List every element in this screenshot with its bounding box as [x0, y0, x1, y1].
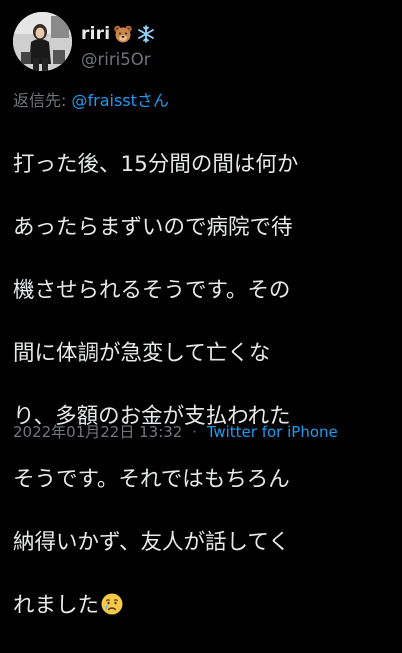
tweet-line-text: れました: [13, 592, 100, 618]
tweet-line: 納得いかず、友人が話してく: [13, 529, 290, 555]
avatar[interactable]: [13, 12, 72, 71]
tweet-footer: 2022年01月22日 13:32 · Twitter for iPhone: [13, 421, 338, 442]
source-link[interactable]: Twitter for iPhone: [207, 423, 338, 441]
tweet-line: あったらまずいので病院で待: [13, 214, 293, 240]
display-name[interactable]: riri: [81, 24, 110, 44]
snowflake-emoji: [136, 24, 156, 44]
timestamp[interactable]: 2022年01月22日 13:32: [13, 423, 182, 441]
tweet-body: 打った後、15分間の間は何か あったらまずいので病院で待 機させられるそうです。…: [13, 117, 398, 653]
tweet-line: そうです。それではもちろん: [13, 466, 290, 492]
avatar-photo: [13, 12, 72, 71]
tweet-line: 機させられるそうです。その: [13, 277, 291, 303]
tweet-line-last: れました: [13, 590, 398, 622]
reply-target-link[interactable]: @fraisstさん: [72, 91, 169, 110]
tweet-line: 打った後、15分間の間は何か: [13, 151, 299, 177]
reply-to-line: 返信先: @fraisstさん: [13, 87, 169, 111]
tweet-line: 間に体調が急変して亡くな: [13, 340, 271, 366]
name-row: riri: [81, 22, 156, 46]
reply-prefix: 返信先:: [13, 91, 67, 110]
footer-separator: ·: [192, 423, 197, 441]
bear-face-emoji: [113, 24, 133, 44]
user-handle[interactable]: @riri5Or: [81, 50, 151, 69]
tweet: riri @riri5Or 返信先: @fraisstさん 打った後、15分間の…: [0, 0, 402, 618]
tweet-header: riri @riri5Or: [13, 12, 393, 74]
crying-face-emoji: [100, 592, 124, 626]
